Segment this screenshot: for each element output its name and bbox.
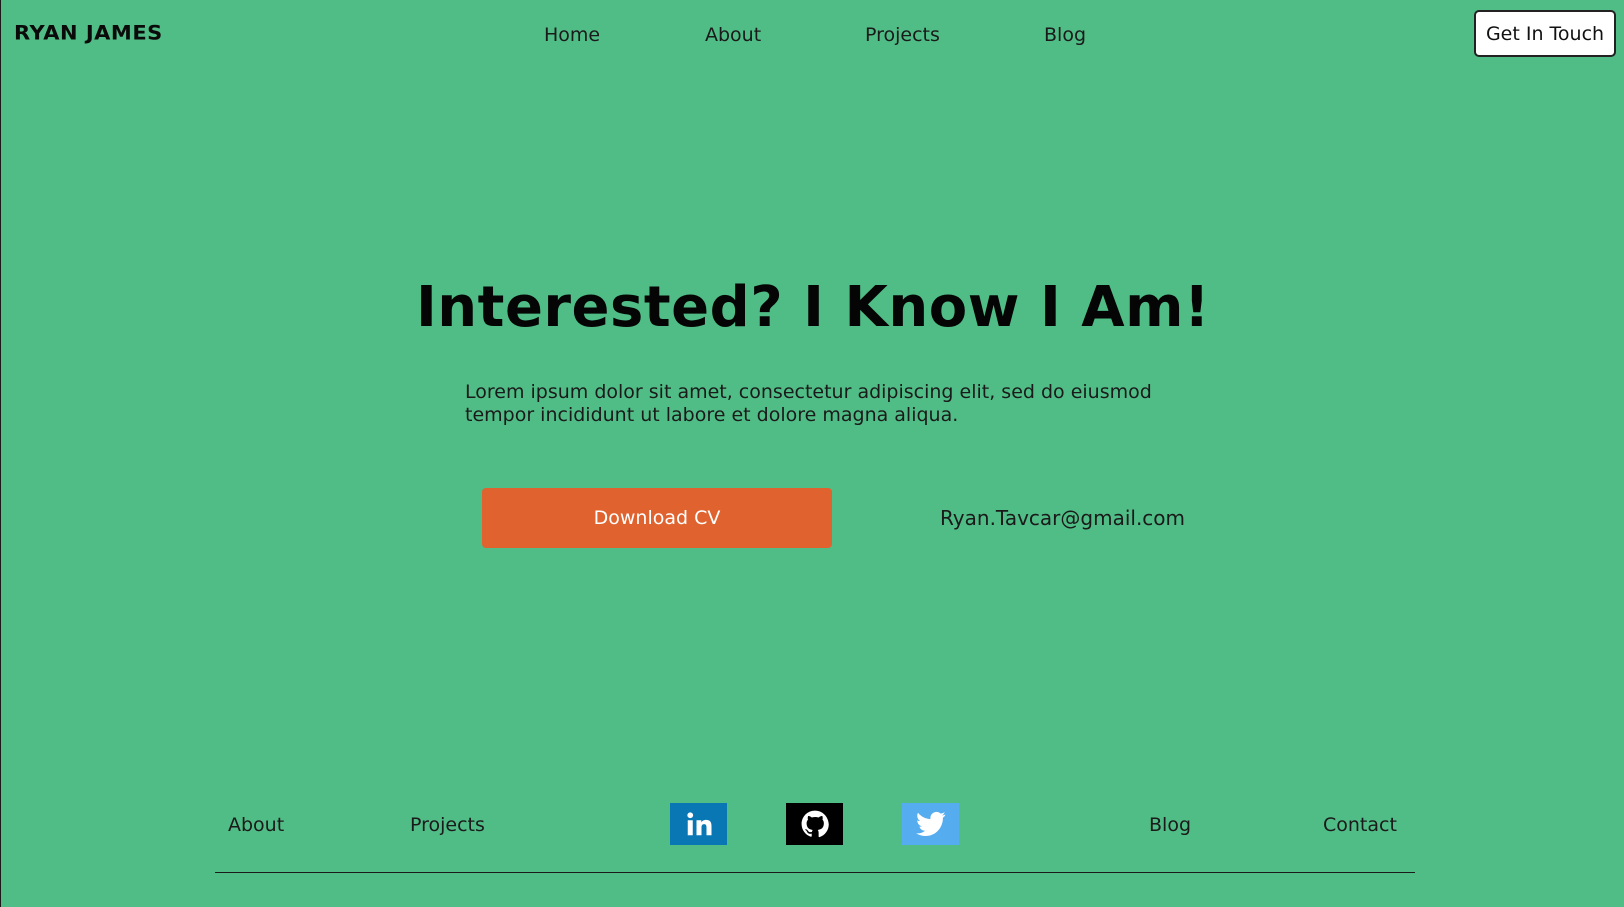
hero-title: Interested? I Know I Am! bbox=[415, 275, 1211, 340]
twitter-icon bbox=[915, 811, 946, 837]
nav-about[interactable]: About bbox=[705, 22, 761, 48]
footer-divider bbox=[215, 872, 1415, 873]
get-in-touch-button[interactable]: Get In Touch bbox=[1474, 10, 1616, 57]
github-button[interactable] bbox=[786, 803, 843, 845]
page: RYAN JAMES Home About Projects Blog Get … bbox=[0, 0, 1624, 907]
footer-link-blog[interactable]: Blog bbox=[1149, 812, 1191, 838]
twitter-button[interactable] bbox=[902, 803, 959, 845]
brand-logo[interactable]: RYAN JAMES bbox=[14, 21, 163, 46]
nav-projects[interactable]: Projects bbox=[865, 22, 940, 48]
nav-home[interactable]: Home bbox=[544, 22, 600, 48]
download-cv-button[interactable]: Download CV bbox=[482, 488, 832, 548]
footer-link-about[interactable]: About bbox=[228, 812, 284, 838]
hero-description: Lorem ipsum dolor sit amet, consectetur … bbox=[465, 381, 1152, 426]
linkedin-button[interactable] bbox=[670, 803, 727, 845]
footer-link-projects[interactable]: Projects bbox=[410, 812, 485, 838]
footer-link-contact[interactable]: Contact bbox=[1323, 812, 1397, 838]
linkedin-icon bbox=[684, 809, 714, 839]
github-icon bbox=[801, 810, 829, 838]
nav-blog[interactable]: Blog bbox=[1044, 22, 1086, 48]
email-link[interactable]: Ryan.Tavcar@gmail.com bbox=[940, 505, 1185, 531]
